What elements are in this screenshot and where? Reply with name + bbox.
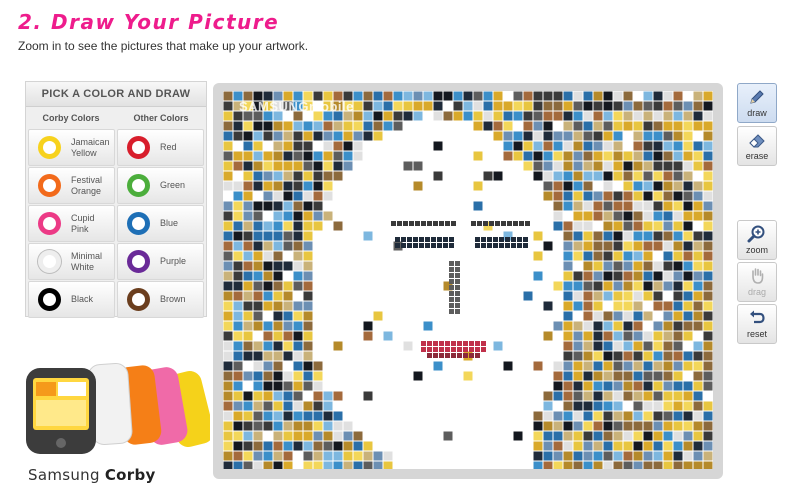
swatch-label: Brown [160, 294, 186, 304]
mosaic-artwork [223, 91, 713, 469]
swatch-festival-orange[interactable]: Festival Orange [28, 167, 115, 204]
page-title: 2. Draw Your Picture [18, 10, 280, 34]
color-ring-icon [38, 174, 61, 197]
erase-tool-button[interactable]: erase [737, 126, 777, 166]
canvas-frame: SAMSUNGmobile [213, 83, 723, 479]
swatch-label: Festival Orange [71, 174, 103, 196]
swatch-label: Jamaican Yellow [71, 136, 110, 158]
erase-tool-label: erase [745, 151, 769, 161]
draw-tool-label: draw [747, 108, 767, 118]
color-ring-icon [127, 212, 150, 235]
color-ring-icon [127, 174, 150, 197]
brand-logo: Samsung Corby [28, 466, 156, 484]
color-ring-icon [38, 212, 61, 235]
brand-name-corby: Corby [104, 466, 156, 484]
swatch-black[interactable]: Black [28, 281, 115, 318]
pencil-icon [750, 90, 764, 104]
eraser-icon [749, 134, 765, 148]
reset-tool-label: reset [746, 329, 767, 339]
reset-tool-button[interactable]: reset [737, 304, 777, 344]
swatch-red[interactable]: Red [117, 129, 204, 166]
swatch-minimal-white[interactable]: Minimal White [28, 243, 115, 280]
swatch-label: Green [160, 180, 186, 190]
color-ring-icon [38, 136, 61, 159]
zoom-tool-button[interactable]: zoom [737, 220, 777, 260]
swatch-label: Black [71, 294, 94, 304]
color-column-headers: Corby Colors Other Colors [26, 109, 206, 127]
swatch-label: Red [160, 142, 177, 152]
corby-colors-heading: Corby Colors [42, 113, 100, 123]
color-ring-icon [127, 288, 150, 311]
other-colors-heading: Other Colors [133, 113, 189, 123]
color-ring-icon [38, 250, 61, 273]
swatch-blue[interactable]: Blue [117, 205, 204, 242]
color-ring-icon [38, 288, 61, 311]
color-ring-icon [127, 136, 150, 159]
magnifier-plus-icon [747, 225, 765, 243]
swatch-label: Purple [160, 256, 187, 266]
color-ring-icon [127, 250, 150, 273]
color-picker-heading: PICK A COLOR AND DRAW [26, 82, 206, 107]
swatch-label: Minimal White [71, 250, 103, 272]
mosaic-canvas[interactable]: SAMSUNGmobile [223, 91, 713, 469]
undo-arrow-icon [750, 310, 765, 324]
swatch-purple[interactable]: Purple [117, 243, 204, 280]
swatch-green[interactable]: Green [117, 167, 204, 204]
draw-tool-button[interactable]: draw [737, 83, 777, 123]
brand-name-samsung: Samsung [28, 466, 100, 484]
swatch-brown[interactable]: Brown [117, 281, 204, 318]
swatch-jamaican-yellow[interactable]: Jamaican Yellow [28, 129, 115, 166]
swatch-label: Cupid Pink [71, 212, 95, 234]
swatch-cupid-pink[interactable]: Cupid Pink [28, 205, 115, 242]
swatch-grid: Jamaican Yellow Red Festival Orange Gree… [26, 127, 206, 318]
swatch-label: Blue [160, 218, 179, 228]
drag-tool-button[interactable]: drag [737, 262, 777, 302]
drag-tool-label: drag [747, 287, 766, 297]
corby-phones-image [26, 363, 210, 454]
color-picker-panel: PICK A COLOR AND DRAW Corby Colors Other… [25, 81, 207, 318]
canvas-watermark: SAMSUNGmobile [239, 99, 354, 114]
zoom-tool-label: zoom [745, 245, 768, 255]
hand-icon [752, 268, 764, 284]
page-subtitle: Zoom in to see the pictures that make up… [18, 39, 309, 53]
